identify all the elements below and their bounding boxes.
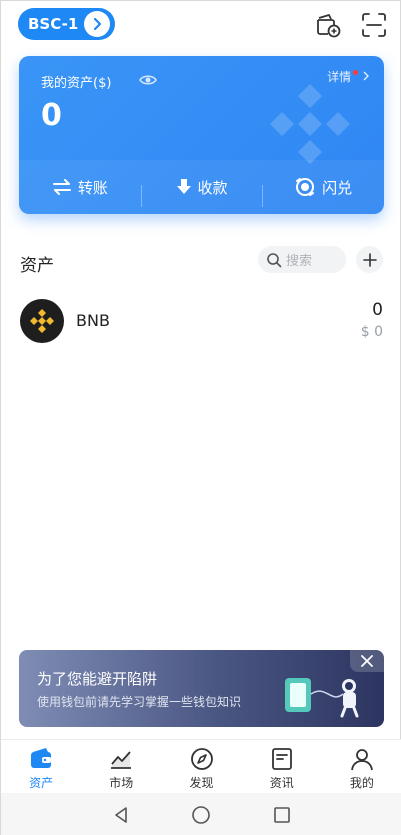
- token-row[interactable]: BNB 0 $ 0: [1, 297, 401, 349]
- nav-market[interactable]: 市场: [81, 740, 161, 793]
- network-label: BSC-1: [28, 15, 79, 33]
- transfer-button[interactable]: 转账: [19, 177, 141, 198]
- education-banner[interactable]: 为了您能避开陷阱 使用钱包前请先学习掌握一些钱包知识: [19, 650, 384, 727]
- card-actions: 转账 收款 闪兑: [19, 160, 384, 214]
- receive-label: 收款: [197, 178, 228, 197]
- token-symbol: BNB: [76, 311, 110, 330]
- transfer-label: 转账: [77, 178, 108, 197]
- search-icon: [267, 252, 282, 267]
- news-icon: [271, 748, 292, 770]
- swap-label: 闪兑: [322, 178, 353, 197]
- system-nav-bar: [1, 793, 401, 835]
- transfer-icon: [52, 179, 71, 195]
- balance-value: 0: [41, 98, 62, 133]
- wallet-add-icon[interactable]: [314, 11, 342, 39]
- chevron-right-icon: [84, 11, 110, 37]
- token-fiat-value: $ 0: [360, 324, 383, 340]
- nav-assets-label: 资产: [29, 776, 54, 790]
- bnb-logo-icon: [20, 299, 64, 343]
- assets-label: 我的资产($): [41, 76, 112, 91]
- nav-market-label: 市场: [109, 776, 134, 790]
- nav-profile[interactable]: 我的: [322, 740, 401, 793]
- home-icon[interactable]: [191, 805, 211, 825]
- scan-icon[interactable]: [360, 11, 388, 39]
- banner-subtitle: 使用钱包前请先学习掌握一些钱包知识: [37, 695, 242, 709]
- nav-assets[interactable]: 资产: [1, 740, 81, 793]
- bnb-watermark-icon: [270, 84, 350, 164]
- asset-search-input[interactable]: 搜索: [258, 246, 346, 273]
- token-amount: 0: [372, 300, 383, 320]
- back-icon[interactable]: [112, 806, 130, 824]
- receive-button[interactable]: 收款: [140, 177, 263, 207]
- bottom-nav: 资产 市场 发现 资讯 我的: [1, 739, 401, 793]
- close-icon: [361, 655, 373, 667]
- nav-discover[interactable]: 发现: [161, 740, 241, 793]
- detail-label: 详情: [327, 70, 352, 84]
- chevron-right-icon: [363, 71, 369, 81]
- nav-news[interactable]: 资讯: [242, 740, 322, 793]
- detail-link[interactable]: 详情: [327, 68, 370, 85]
- compass-icon: [190, 748, 213, 770]
- swap-icon: [296, 178, 315, 196]
- receive-icon: [176, 179, 191, 194]
- notification-dot: [353, 70, 359, 75]
- swap-button[interactable]: 闪兑: [262, 177, 384, 207]
- plus-icon: [362, 252, 377, 267]
- nav-profile-label: 我的: [349, 776, 374, 790]
- top-bar: BSC-1: [1, 1, 401, 49]
- wallet-icon: [31, 748, 52, 768]
- add-token-button[interactable]: [356, 246, 383, 273]
- assets-section-title: 资产: [20, 256, 54, 276]
- profile-icon: [351, 749, 373, 771]
- market-chart-icon: [111, 751, 132, 769]
- astronaut-illustration-icon: [285, 678, 359, 718]
- banner-title: 为了您能避开陷阱: [37, 670, 158, 688]
- eye-icon[interactable]: [139, 72, 157, 88]
- search-placeholder: 搜索: [286, 254, 313, 269]
- recents-icon[interactable]: [273, 806, 291, 824]
- balance-card: 我的资产($) 详情 0 转账 收款 闪兑: [19, 56, 384, 214]
- nav-news-label: 资讯: [269, 776, 294, 790]
- network-selector[interactable]: BSC-1: [18, 8, 115, 40]
- nav-discover-label: 发现: [189, 776, 214, 790]
- banner-close-button[interactable]: [350, 650, 384, 672]
